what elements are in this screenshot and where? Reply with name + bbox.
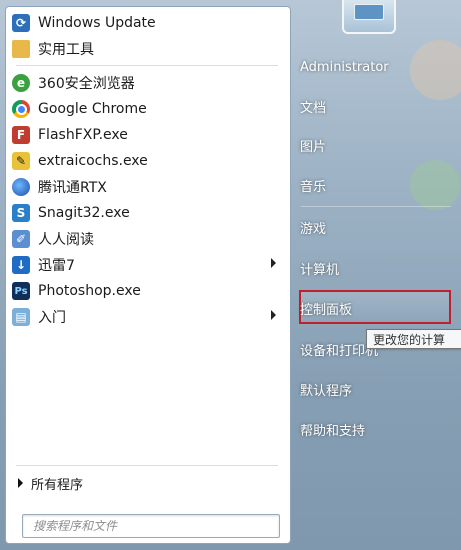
programs-panel: ⟳ Windows Update 实用工具 e 360安全浏览器 Google …: [5, 6, 291, 544]
program-label: Google Chrome: [38, 101, 147, 117]
right-panel: Administrator 文档 图片 音乐 游戏 计算机 控制面板 设备和打印…: [289, 0, 461, 550]
start-menu: ⟳ Windows Update 实用工具 e 360安全浏览器 Google …: [0, 0, 461, 550]
program-label: 腾讯通RTX: [38, 180, 107, 196]
divider: [16, 465, 278, 466]
program-item-xunlei[interactable]: ↓ 迅雷7: [12, 252, 284, 278]
all-programs-button[interactable]: 所有程序: [18, 473, 83, 493]
program-item-google-chrome[interactable]: Google Chrome: [12, 96, 284, 122]
program-label: 迅雷7: [38, 258, 75, 274]
program-item-getting-started[interactable]: ▤ 入门: [12, 304, 284, 330]
divider: [301, 206, 451, 207]
divider: [16, 65, 278, 66]
menu-item-default-programs[interactable]: 默认程序: [300, 377, 352, 401]
menu-item-pictures[interactable]: 图片: [300, 133, 326, 157]
program-label: 入门: [38, 310, 66, 326]
snagit-icon: S: [12, 204, 30, 222]
submenu-arrow-icon[interactable]: [271, 310, 276, 320]
program-item-360-browser[interactable]: e 360安全浏览器: [12, 70, 284, 96]
monitor-icon: [354, 4, 384, 20]
menu-item-control-panel[interactable]: 控制面板: [300, 296, 352, 320]
program-item-snagit[interactable]: S Snagit32.exe: [12, 200, 284, 226]
triangle-right-icon: [18, 478, 23, 488]
program-item-rtx[interactable]: 腾讯通RTX: [12, 174, 284, 200]
program-label: 360安全浏览器: [38, 76, 135, 92]
submenu-arrow-icon[interactable]: [271, 258, 276, 268]
flashfxp-icon: F: [12, 126, 30, 144]
program-label: Photoshop.exe: [38, 283, 141, 299]
menu-item-help-support[interactable]: 帮助和支持: [300, 417, 365, 441]
extraicochs-icon: ✎: [12, 152, 30, 170]
program-label: 实用工具: [38, 42, 94, 58]
folder-icon: [12, 40, 30, 58]
chrome-icon: [12, 100, 30, 118]
program-label: Windows Update: [38, 15, 156, 31]
program-item-renren-reader[interactable]: ✐ 人人阅读: [12, 226, 284, 252]
program-item-utilities[interactable]: 实用工具: [12, 36, 284, 62]
program-label: 人人阅读: [38, 232, 94, 248]
program-item-photoshop[interactable]: Ps Photoshop.exe: [12, 278, 284, 304]
program-label: Snagit32.exe: [38, 205, 130, 221]
program-item-flashfxp[interactable]: F FlashFXP.exe: [12, 122, 284, 148]
program-label: FlashFXP.exe: [38, 127, 128, 143]
program-label: extraicochs.exe: [38, 153, 148, 169]
all-programs-label: 所有程序: [31, 477, 84, 493]
menu-item-games[interactable]: 游戏: [300, 215, 326, 239]
rtx-icon: [12, 178, 30, 196]
search-input[interactable]: [22, 514, 280, 538]
menu-item-administrator[interactable]: Administrator: [300, 55, 389, 79]
program-item-extraicochs[interactable]: ✎ extraicochs.exe: [12, 148, 284, 174]
windows-update-icon: ⟳: [12, 14, 30, 32]
menu-item-documents[interactable]: 文档: [300, 94, 326, 118]
menu-item-computer[interactable]: 计算机: [300, 256, 339, 280]
360-browser-icon: e: [12, 74, 30, 92]
getting-started-icon: ▤: [12, 308, 30, 326]
photoshop-icon: Ps: [12, 282, 30, 300]
tooltip: 更改您的计算: [366, 329, 461, 349]
user-picture[interactable]: [342, 0, 396, 34]
menu-item-music[interactable]: 音乐: [300, 173, 326, 197]
program-item-windows-update[interactable]: ⟳ Windows Update: [12, 10, 284, 36]
renren-reader-icon: ✐: [12, 230, 30, 248]
xunlei-icon: ↓: [12, 256, 30, 274]
